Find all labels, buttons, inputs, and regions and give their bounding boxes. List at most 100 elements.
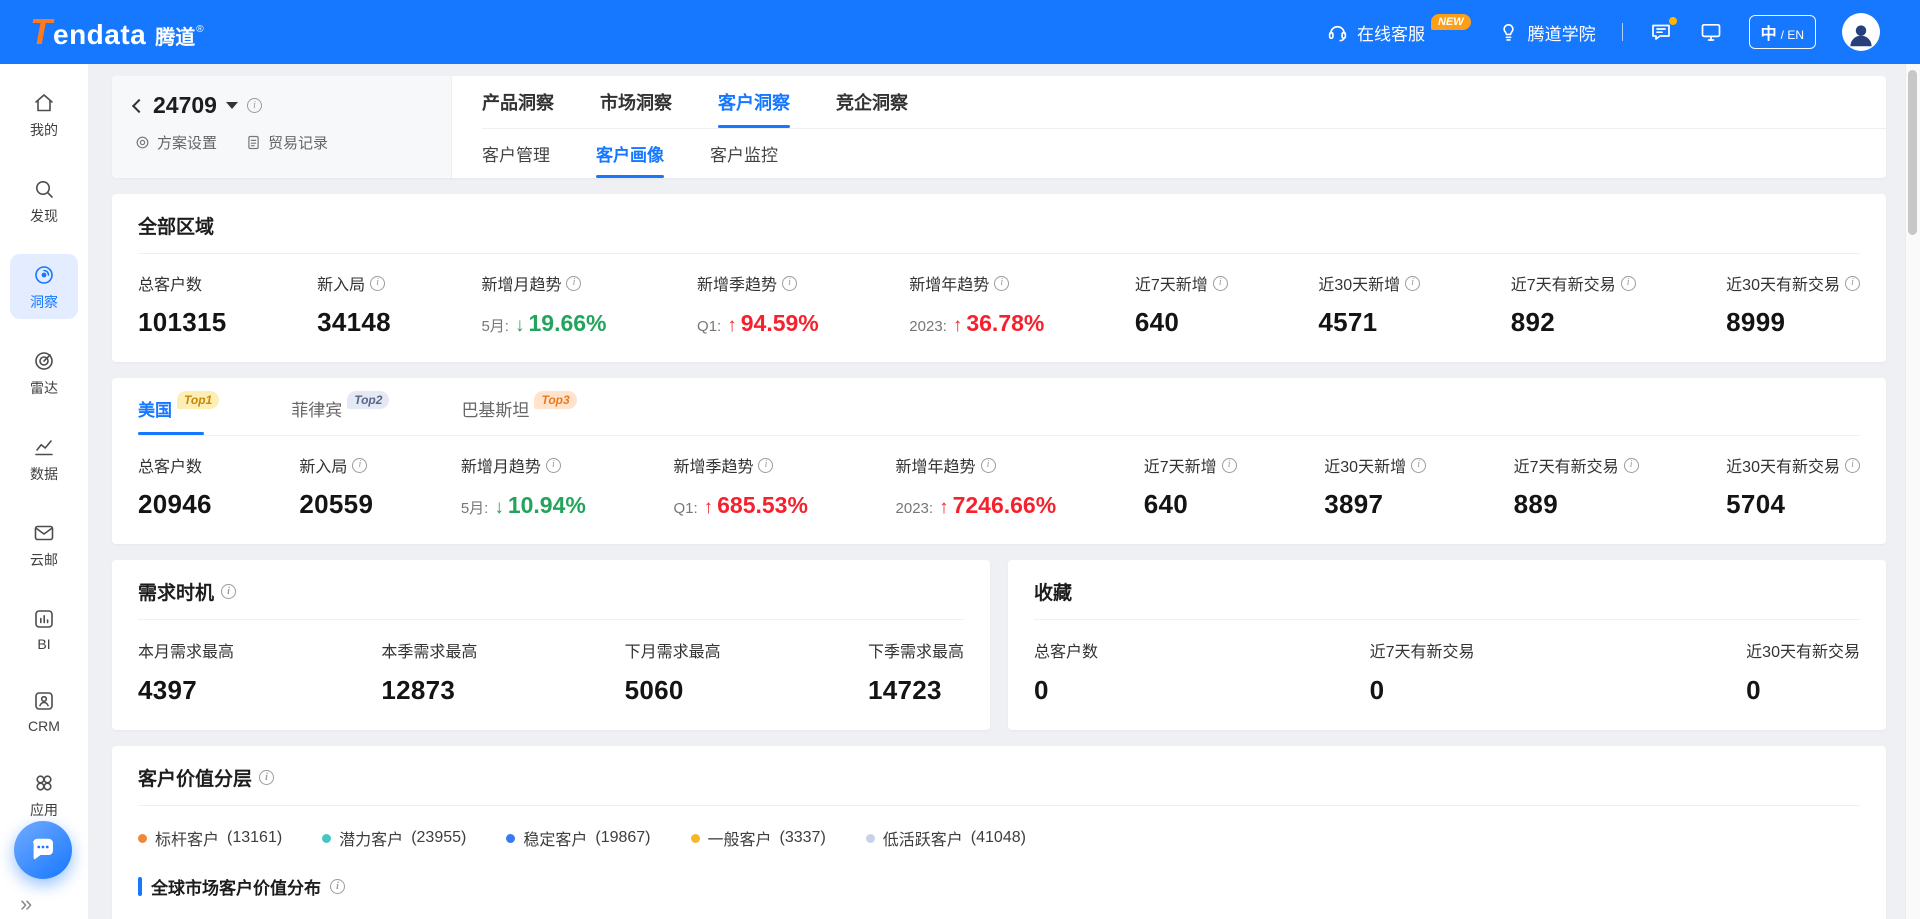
tab-market-insight[interactable]: 市场洞察 [600, 76, 672, 128]
tab-product-insight[interactable]: 产品洞察 [482, 76, 554, 128]
favorites-stats: 总客户数 0 近7天有新交易 0 近30天有新交易 0 [1034, 620, 1860, 706]
search-icon [32, 177, 56, 201]
top1-badge: Top1 [177, 391, 219, 409]
info-icon[interactable] [1624, 458, 1639, 473]
all-region-card: 全部区域 总客户数 101315 新入局 34148 新增月趋势 5月: ↓ 1… [112, 194, 1886, 362]
tab-customer-monitor[interactable]: 客户监控 [710, 129, 778, 178]
favorites-title: 收藏 [1034, 578, 1860, 620]
stat-demand-next-quarter: 下季需求最高 14723 [868, 638, 964, 706]
scrollbar-thumb[interactable] [1908, 70, 1917, 235]
plan-info-icon[interactable] [247, 98, 262, 113]
sidebar-item-bi[interactable]: BI [10, 598, 78, 659]
arrow-up-icon: ↑ [727, 315, 737, 337]
plan-settings-link[interactable]: 方案设置 [134, 132, 217, 153]
tab-customer-management[interactable]: 客户管理 [482, 129, 550, 178]
legend-benchmark[interactable]: 标杆客户 (13161) [138, 826, 282, 850]
info-icon[interactable] [352, 458, 367, 473]
secondary-tabs: 客户管理 客户画像 客户监控 [482, 129, 1886, 178]
legend-stable[interactable]: 稳定客户 (19867) [506, 826, 650, 850]
stat-fav-deals-7d: 近7天有新交易 0 [1370, 638, 1475, 706]
all-region-stats: 总客户数 101315 新入局 34148 新增月趋势 5月: ↓ 19.66%… [138, 254, 1860, 338]
screen-button[interactable] [1699, 20, 1723, 44]
page-scrollbar[interactable] [1905, 64, 1920, 919]
sidebar-item-insight[interactable]: 洞察 [10, 254, 78, 319]
info-icon[interactable] [1845, 276, 1860, 291]
monitor-icon [1699, 20, 1723, 44]
tab-customer-profile[interactable]: 客户画像 [596, 129, 664, 178]
crm-icon [32, 689, 56, 713]
sidebar-item-mail[interactable]: 云邮 [10, 512, 78, 577]
demand-title: 需求时机 [138, 578, 964, 620]
sidebar-item-my[interactable]: 我的 [10, 82, 78, 147]
language-toggle[interactable]: 中 / EN [1749, 15, 1816, 49]
info-icon[interactable] [758, 458, 773, 473]
country-card: 美国 Top1 菲律宾 Top2 巴基斯坦 Top3 总客户数 20946 新入… [112, 378, 1886, 544]
info-icon[interactable] [1845, 458, 1860, 473]
trade-records-link[interactable]: 贸易记录 [245, 132, 328, 153]
info-icon[interactable] [259, 770, 274, 785]
country-tab-philippines[interactable]: 菲律宾 Top2 [291, 388, 389, 435]
country-tabs: 美国 Top1 菲律宾 Top2 巴基斯坦 Top3 [138, 388, 1860, 436]
sidebar-item-discover[interactable]: 发现 [10, 168, 78, 233]
info-icon[interactable] [994, 276, 1009, 291]
sidebar-item-data[interactable]: 数据 [10, 426, 78, 491]
info-icon[interactable] [1621, 276, 1636, 291]
back-icon[interactable] [132, 98, 146, 112]
info-icon[interactable] [546, 458, 561, 473]
bi-icon [32, 607, 56, 631]
heading-accent-bar [138, 877, 142, 896]
header-divider [1622, 23, 1623, 41]
stat-new-entrants: 新入局 20559 [299, 453, 373, 520]
legend-dot [506, 834, 515, 843]
sidebar-collapse-icon[interactable] [20, 893, 32, 915]
stat-new-30d: 近30天新增 3897 [1324, 453, 1426, 520]
sidebar-item-apps[interactable]: 应用 [10, 762, 78, 827]
info-icon[interactable] [1213, 276, 1228, 291]
chat-button[interactable] [14, 821, 72, 879]
info-icon[interactable] [221, 584, 236, 599]
legend-potential[interactable]: 潜力客户 (23955) [322, 826, 466, 850]
online-service-link[interactable]: 在线客服 NEW [1326, 20, 1471, 45]
country-tab-us[interactable]: 美国 Top1 [138, 388, 219, 435]
stat-deals-30d: 近30天有新交易 5704 [1726, 453, 1860, 520]
info-icon[interactable] [370, 276, 385, 291]
stat-deals-7d: 近7天有新交易 889 [1514, 453, 1639, 520]
info-icon[interactable] [1405, 276, 1420, 291]
tendata-logo[interactable]: Tendata 腾道 ® [30, 11, 204, 53]
plan-id[interactable]: 24709 [153, 92, 217, 119]
tab-competitor-insight[interactable]: 竞企洞察 [836, 76, 908, 128]
sidebar-item-radar[interactable]: 雷达 [10, 340, 78, 405]
country-tab-pakistan[interactable]: 巴基斯坦 Top3 [461, 388, 576, 435]
mail-icon [32, 521, 56, 545]
lang-en-label: / EN [1781, 28, 1804, 42]
user-avatar[interactable] [1842, 13, 1880, 51]
value-tiers-title: 客户价值分层 [138, 764, 1860, 806]
main-content: 24709 方案设置 贸易记录 产品洞察 市场洞察 客户洞察 竞企洞 [88, 64, 1920, 919]
info-icon[interactable] [1222, 458, 1237, 473]
demand-favorites-row: 需求时机 本月需求最高 4397 本季需求最高 12873 下月需求最高 506… [112, 560, 1886, 730]
stat-deals-7d: 近7天有新交易 892 [1511, 271, 1636, 338]
feedback-button[interactable] [1649, 20, 1673, 44]
stat-demand-next-month: 下月需求最高 5060 [625, 638, 721, 706]
legend-low-active[interactable]: 低活跃客户 (41048) [866, 826, 1026, 850]
caret-down-icon[interactable] [226, 102, 238, 109]
top2-badge: Top2 [347, 391, 389, 409]
academy-label: 腾道学院 [1528, 20, 1596, 45]
info-icon[interactable] [981, 458, 996, 473]
info-icon[interactable] [566, 276, 581, 291]
stat-new-entrants: 新入局 34148 [317, 271, 391, 338]
settings-target-icon [134, 134, 151, 151]
info-icon[interactable] [1411, 458, 1426, 473]
stat-new-30d: 近30天新增 4571 [1318, 271, 1420, 338]
sidebar-item-crm[interactable]: CRM [10, 680, 78, 741]
plan-tabs-bar: 24709 方案设置 贸易记录 产品洞察 市场洞察 客户洞察 竞企洞 [112, 76, 1886, 178]
logo-chinese-text: 腾道 [155, 21, 195, 50]
stat-monthly-trend: 新增月趋势 5月: ↓ 19.66% [481, 271, 606, 338]
academy-link[interactable]: 腾道学院 [1497, 20, 1596, 45]
legend-dot [691, 834, 700, 843]
tab-customer-insight[interactable]: 客户洞察 [718, 76, 790, 128]
info-icon[interactable] [330, 879, 345, 894]
favorites-card: 收藏 总客户数 0 近7天有新交易 0 近30天有新交易 0 [1008, 560, 1886, 730]
legend-general[interactable]: 一般客户 (3337) [691, 826, 826, 850]
info-icon[interactable] [782, 276, 797, 291]
